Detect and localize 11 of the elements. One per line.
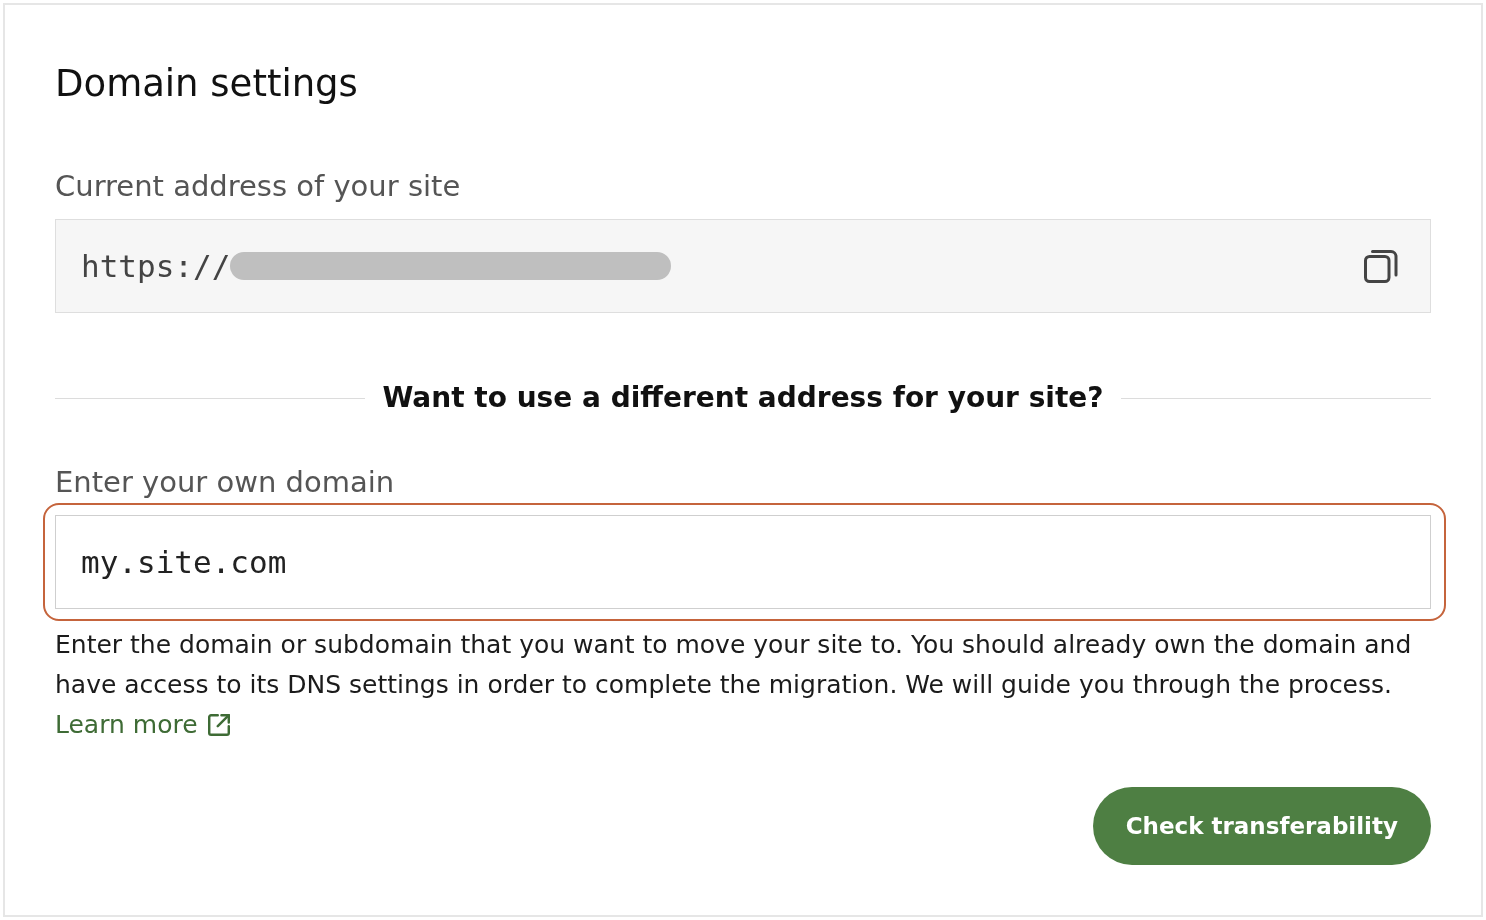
domain-input-field[interactable]: my.site.com (55, 515, 1431, 609)
copy-icon[interactable] (1364, 249, 1398, 283)
page-title: Domain settings (55, 61, 358, 107)
learn-more-link[interactable]: Learn more (55, 705, 230, 745)
section-heading: Want to use a different address for your site? (382, 380, 1104, 416)
field-label: Enter your own domain (55, 464, 395, 500)
help-text: Enter the domain or subdomain that you want to move your site to. You should already own the domain and have access to its DNS settings in order to complete the migration. We will guide you through the process. (55, 629, 1413, 701)
external-link-icon (207, 714, 230, 736)
check-transferability-button[interactable]: Check transferability (1092, 787, 1431, 865)
address-text: https:// (81, 248, 231, 284)
field-label: Current address of your site (55, 168, 461, 204)
